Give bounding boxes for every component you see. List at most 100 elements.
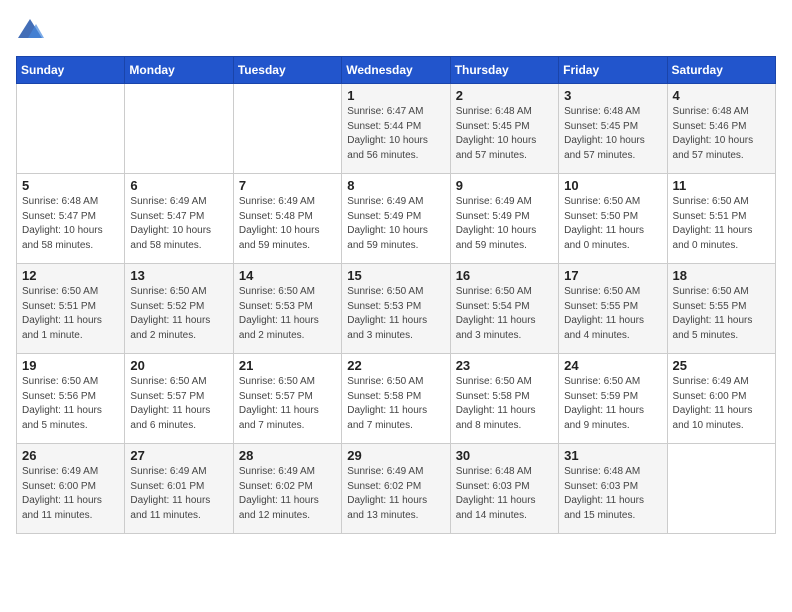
calendar-cell: 19 Sunrise: 6:50 AM Sunset: 5:56 PM Dayli… <box>17 354 125 444</box>
day-number: 18 <box>673 268 770 283</box>
calendar-table: SundayMondayTuesdayWednesdayThursdayFrid… <box>16 56 776 534</box>
day-info: Sunrise: 6:50 AM Sunset: 5:53 PM Dayligh… <box>239 285 336 343</box>
calendar-cell: 26 Sunrise: 6:49 AM Sunset: 6:00 PM Dayli… <box>17 444 125 534</box>
calendar-cell: 17 Sunrise: 6:50 AM Sunset: 5:55 PM Dayli… <box>559 264 667 354</box>
day-info: Sunrise: 6:49 AM Sunset: 6:01 PM Dayligh… <box>130 465 227 523</box>
day-info: Sunrise: 6:48 AM Sunset: 5:47 PM Dayligh… <box>22 195 119 253</box>
day-number: 28 <box>239 448 336 463</box>
day-info: Sunrise: 6:50 AM Sunset: 5:59 PM Dayligh… <box>564 375 661 433</box>
weekday-header-saturday: Saturday <box>667 57 775 84</box>
calendar-week-1: 1 Sunrise: 6:47 AM Sunset: 5:44 PM Daylig… <box>17 84 776 174</box>
calendar-cell: 20 Sunrise: 6:50 AM Sunset: 5:57 PM Dayli… <box>125 354 233 444</box>
day-info: Sunrise: 6:50 AM Sunset: 5:57 PM Dayligh… <box>130 375 227 433</box>
calendar-cell: 4Sunrise: 6:48 AM Sunset: 5:46 PM Daylig… <box>667 84 775 174</box>
day-info: Sunrise: 6:49 AM Sunset: 6:02 PM Dayligh… <box>239 465 336 523</box>
day-number: 29 <box>347 448 444 463</box>
calendar-cell: 6Sunrise: 6:49 AM Sunset: 5:47 PM Daylig… <box>125 174 233 264</box>
day-info: Sunrise: 6:50 AM Sunset: 5:54 PM Dayligh… <box>456 285 553 343</box>
logo-icon <box>16 16 44 44</box>
day-number: 26 <box>22 448 119 463</box>
calendar-cell: 25 Sunrise: 6:49 AM Sunset: 6:00 PM Dayli… <box>667 354 775 444</box>
calendar-cell: 23Sunrise: 6:50 AM Sunset: 5:58 PM Dayli… <box>450 354 558 444</box>
day-number: 6 <box>130 178 227 193</box>
day-info: Sunrise: 6:50 AM Sunset: 5:51 PM Dayligh… <box>673 195 770 253</box>
calendar-week-2: 5 Sunrise: 6:48 AM Sunset: 5:47 PM Daylig… <box>17 174 776 264</box>
calendar-cell: 30 Sunrise: 6:48 AM Sunset: 6:03 PM Dayli… <box>450 444 558 534</box>
day-number: 4 <box>673 88 770 103</box>
day-number: 25 <box>673 358 770 373</box>
day-number: 17 <box>564 268 661 283</box>
calendar-header: SundayMondayTuesdayWednesdayThursdayFrid… <box>17 57 776 84</box>
calendar-week-4: 19 Sunrise: 6:50 AM Sunset: 5:56 PM Dayli… <box>17 354 776 444</box>
weekday-header-thursday: Thursday <box>450 57 558 84</box>
weekday-header-tuesday: Tuesday <box>233 57 341 84</box>
day-info: Sunrise: 6:48 AM Sunset: 5:45 PM Dayligh… <box>456 105 553 163</box>
day-info: Sunrise: 6:50 AM Sunset: 5:57 PM Dayligh… <box>239 375 336 433</box>
day-number: 30 <box>456 448 553 463</box>
calendar-cell: 18 Sunrise: 6:50 AM Sunset: 5:55 PM Dayli… <box>667 264 775 354</box>
day-number: 1 <box>347 88 444 103</box>
day-info: Sunrise: 6:50 AM Sunset: 5:51 PM Dayligh… <box>22 285 119 343</box>
day-info: Sunrise: 6:49 AM Sunset: 6:00 PM Dayligh… <box>22 465 119 523</box>
day-number: 13 <box>130 268 227 283</box>
day-number: 15 <box>347 268 444 283</box>
day-info: Sunrise: 6:49 AM Sunset: 6:02 PM Dayligh… <box>347 465 444 523</box>
calendar-cell: 15 Sunrise: 6:50 AM Sunset: 5:53 PM Dayli… <box>342 264 450 354</box>
weekday-header-sunday: Sunday <box>17 57 125 84</box>
day-number: 20 <box>130 358 227 373</box>
day-number: 14 <box>239 268 336 283</box>
day-info: Sunrise: 6:50 AM Sunset: 5:58 PM Dayligh… <box>347 375 444 433</box>
day-info: Sunrise: 6:50 AM Sunset: 5:50 PM Dayligh… <box>564 195 661 253</box>
day-info: Sunrise: 6:49 AM Sunset: 5:48 PM Dayligh… <box>239 195 336 253</box>
day-info: Sunrise: 6:48 AM Sunset: 6:03 PM Dayligh… <box>456 465 553 523</box>
day-info: Sunrise: 6:49 AM Sunset: 5:49 PM Dayligh… <box>456 195 553 253</box>
day-info: Sunrise: 6:50 AM Sunset: 5:53 PM Dayligh… <box>347 285 444 343</box>
day-number: 21 <box>239 358 336 373</box>
day-number: 16 <box>456 268 553 283</box>
day-number: 27 <box>130 448 227 463</box>
calendar-cell <box>667 444 775 534</box>
calendar-cell: 22 Sunrise: 6:50 AM Sunset: 5:58 PM Dayli… <box>342 354 450 444</box>
calendar-cell: 31Sunrise: 6:48 AM Sunset: 6:03 PM Dayli… <box>559 444 667 534</box>
calendar-week-5: 26 Sunrise: 6:49 AM Sunset: 6:00 PM Dayli… <box>17 444 776 534</box>
calendar-cell: 24 Sunrise: 6:50 AM Sunset: 5:59 PM Dayli… <box>559 354 667 444</box>
day-info: Sunrise: 6:50 AM Sunset: 5:56 PM Dayligh… <box>22 375 119 433</box>
calendar-cell: 5 Sunrise: 6:48 AM Sunset: 5:47 PM Daylig… <box>17 174 125 264</box>
day-info: Sunrise: 6:49 AM Sunset: 5:49 PM Dayligh… <box>347 195 444 253</box>
calendar-cell <box>125 84 233 174</box>
calendar-cell: 29 Sunrise: 6:49 AM Sunset: 6:02 PM Dayli… <box>342 444 450 534</box>
weekday-header-friday: Friday <box>559 57 667 84</box>
day-number: 24 <box>564 358 661 373</box>
day-number: 5 <box>22 178 119 193</box>
day-number: 7 <box>239 178 336 193</box>
day-info: Sunrise: 6:48 AM Sunset: 5:45 PM Dayligh… <box>564 105 661 163</box>
calendar-cell: 28 Sunrise: 6:49 AM Sunset: 6:02 PM Dayli… <box>233 444 341 534</box>
calendar-cell <box>233 84 341 174</box>
day-info: Sunrise: 6:47 AM Sunset: 5:44 PM Dayligh… <box>347 105 444 163</box>
calendar-cell: 13 Sunrise: 6:50 AM Sunset: 5:52 PM Dayli… <box>125 264 233 354</box>
logo <box>16 16 48 44</box>
calendar-cell: 21 Sunrise: 6:50 AM Sunset: 5:57 PM Dayli… <box>233 354 341 444</box>
day-number: 19 <box>22 358 119 373</box>
day-number: 8 <box>347 178 444 193</box>
calendar-cell: 16 Sunrise: 6:50 AM Sunset: 5:54 PM Dayli… <box>450 264 558 354</box>
calendar-cell: 27 Sunrise: 6:49 AM Sunset: 6:01 PM Dayli… <box>125 444 233 534</box>
day-number: 22 <box>347 358 444 373</box>
day-number: 10 <box>564 178 661 193</box>
day-number: 9 <box>456 178 553 193</box>
calendar-cell: 2Sunrise: 6:48 AM Sunset: 5:45 PM Daylig… <box>450 84 558 174</box>
day-info: Sunrise: 6:50 AM Sunset: 5:55 PM Dayligh… <box>564 285 661 343</box>
calendar-cell: 8 Sunrise: 6:49 AM Sunset: 5:49 PM Daylig… <box>342 174 450 264</box>
calendar-cell: 3 Sunrise: 6:48 AM Sunset: 5:45 PM Daylig… <box>559 84 667 174</box>
day-info: Sunrise: 6:50 AM Sunset: 5:55 PM Dayligh… <box>673 285 770 343</box>
day-info: Sunrise: 6:50 AM Sunset: 5:58 PM Dayligh… <box>456 375 553 433</box>
calendar-week-3: 12 Sunrise: 6:50 AM Sunset: 5:51 PM Dayli… <box>17 264 776 354</box>
day-number: 11 <box>673 178 770 193</box>
day-number: 3 <box>564 88 661 103</box>
day-number: 12 <box>22 268 119 283</box>
calendar-cell: 10 Sunrise: 6:50 AM Sunset: 5:50 PM Dayli… <box>559 174 667 264</box>
day-info: Sunrise: 6:50 AM Sunset: 5:52 PM Dayligh… <box>130 285 227 343</box>
day-number: 31 <box>564 448 661 463</box>
day-info: Sunrise: 6:49 AM Sunset: 6:00 PM Dayligh… <box>673 375 770 433</box>
calendar-cell: 1 Sunrise: 6:47 AM Sunset: 5:44 PM Daylig… <box>342 84 450 174</box>
